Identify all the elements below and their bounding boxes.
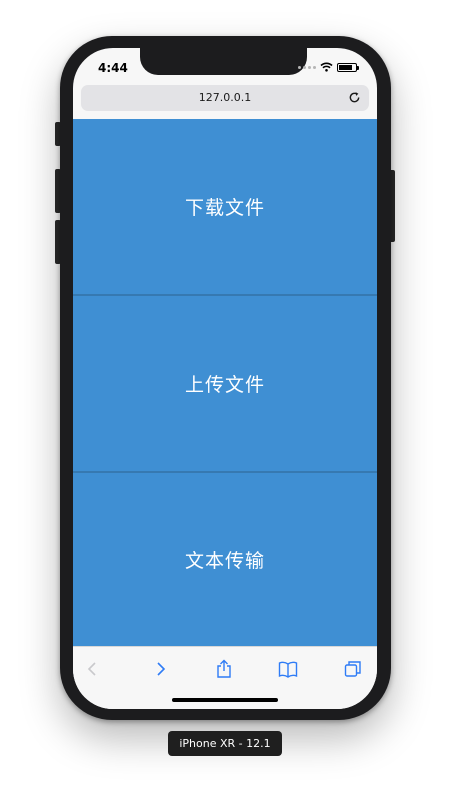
upload-file-label: 上传文件 xyxy=(184,373,265,396)
reload-icon[interactable] xyxy=(348,91,361,104)
download-file-button[interactable]: 下载文件 xyxy=(73,119,377,293)
download-file-label: 下载文件 xyxy=(184,196,265,219)
url-text: 127.0.0.1 xyxy=(198,91,252,104)
battery-icon xyxy=(337,62,359,72)
back-icon[interactable] xyxy=(83,659,103,679)
signal-icon xyxy=(298,65,316,69)
share-icon[interactable] xyxy=(214,659,234,679)
home-indicator[interactable] xyxy=(172,698,278,702)
upload-file-button[interactable]: 上传文件 xyxy=(73,296,377,470)
phone-screen: 4:44 127.0.0.1 下载文件 上传文件 文本传输 xyxy=(73,48,377,709)
phone-frame: 4:44 127.0.0.1 下载文件 上传文件 文本传输 xyxy=(60,36,391,720)
text-transfer-button[interactable]: 文本传输 xyxy=(73,473,377,646)
status-time: 4:44 xyxy=(98,61,128,75)
bookmarks-icon[interactable] xyxy=(278,659,298,679)
address-bar[interactable]: 127.0.0.1 xyxy=(81,85,369,111)
tabs-icon[interactable] xyxy=(343,659,363,679)
notch xyxy=(140,48,307,75)
wifi-icon xyxy=(320,62,333,72)
text-transfer-label: 文本传输 xyxy=(184,550,265,572)
device-label: iPhone XR - 12.1 xyxy=(168,731,282,756)
status-icons xyxy=(298,62,359,72)
forward-icon[interactable] xyxy=(150,659,170,679)
page-content: 下载文件 上传文件 文本传输 xyxy=(73,119,377,646)
